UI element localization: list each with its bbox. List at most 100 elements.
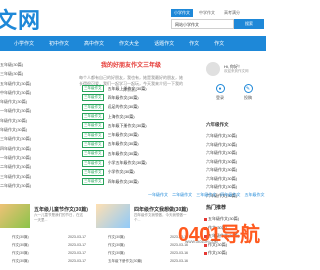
grade-link[interactable]: 五年级作文	[245, 192, 265, 197]
sidebar-list: 六年级作文(30篇) 六年级作文(30篇) 六年级作文(30篇) 六年级作文(3…	[206, 132, 264, 200]
item-title[interactable]: 作文(30篇)	[12, 233, 29, 241]
nav-item[interactable]: 作文	[214, 40, 224, 47]
card-title[interactable]: 五年级儿童节作文(30篇)	[34, 206, 88, 213]
nav-item[interactable]: 作文大全	[119, 40, 139, 47]
sidebar-item[interactable]: 六年级作文(30篇)	[206, 166, 264, 175]
category-tag[interactable]: 三年级作文	[82, 113, 104, 121]
item-date: 2023-03-17	[68, 259, 86, 263]
nav-item[interactable]: 小学作文	[14, 40, 34, 47]
grade-link[interactable]: 二年级作文	[172, 192, 192, 197]
list-item[interactable]: 五年级作文(30篇)	[0, 79, 44, 88]
category-tag[interactable]: 三年级作文	[82, 168, 104, 176]
item-title[interactable]: 作文(30篇)	[12, 249, 29, 257]
category-tag[interactable]: 三年级作文	[82, 131, 104, 139]
nav-item[interactable]: 高中作文	[84, 40, 104, 47]
list-item[interactable]: 作文(30篇)	[200, 249, 266, 258]
category-tag[interactable]: 三年级作文	[82, 140, 104, 148]
sidebar-item[interactable]: 六年级作文(30篇)	[206, 141, 264, 150]
item-title[interactable]: 作文(30篇)	[12, 241, 29, 249]
category-tag[interactable]: 三年级作文	[82, 159, 104, 167]
grade-link[interactable]: 三年级作文	[196, 192, 216, 197]
sidebar-item[interactable]: 六年级作文(30篇)	[206, 158, 264, 167]
card-image[interactable]	[0, 204, 30, 228]
list-item[interactable]: 三年级作文 小学作文(30篇)	[82, 168, 192, 177]
list-item[interactable]: 三年级(30篇)	[0, 69, 44, 78]
search-tab-primary[interactable]: 小学作文	[171, 9, 193, 17]
list-item[interactable]: 作文(30篇) 2023-03-16	[108, 241, 188, 249]
grade-link[interactable]: 一年级作文	[148, 192, 168, 197]
category-tag[interactable]: 三年级作文	[82, 103, 104, 111]
list-item[interactable]: 作文(30篇) 2023-03-17	[12, 241, 86, 249]
list-item[interactable]: 三年级作文 五年级作文(30篇)	[82, 149, 192, 158]
article-title[interactable]: 上海作文(30篇)	[108, 114, 135, 120]
category-tag[interactable]: 三年级作文	[82, 122, 104, 130]
list-item[interactable]: 三年级作文 五年级下册作文(30篇)	[82, 121, 192, 130]
item-title[interactable]: 作文(30篇)	[108, 233, 125, 241]
login-button[interactable]: ● 登录	[215, 84, 225, 101]
list-item[interactable]: 三年级作文 上海作文(30篇)	[82, 112, 192, 121]
list-item[interactable]: 三年级作文 五年级上册作文(30篇)	[82, 84, 192, 93]
list-item[interactable]: 三年级作文 五年级作文(30篇)	[82, 140, 192, 149]
list-item[interactable]: 年级作文(30篇)	[0, 97, 44, 106]
list-item[interactable]: 一年级作文(30篇)	[0, 106, 44, 115]
category-tag[interactable]: 三年级作文	[82, 94, 104, 102]
list-item[interactable]: 年级作文(30篇)	[0, 125, 44, 134]
search-input[interactable]: 网站小学作文	[171, 19, 234, 29]
item-title[interactable]: 作文(30篇)	[108, 249, 125, 257]
list-item[interactable]: 作文(30篇) 2023-03-16	[108, 249, 188, 257]
item-title[interactable]: 作文(30篇)	[108, 241, 125, 249]
article-title[interactable]: 四年级作文(30篇)	[108, 179, 139, 185]
list-item[interactable]: 年级作文(30篇)	[0, 116, 44, 125]
category-tag[interactable]: 三年级作文	[82, 178, 104, 186]
list-item[interactable]: 作文(30篇) 2023-03-17	[12, 233, 86, 241]
sidebar-item[interactable]: 六年级作文(30篇)	[206, 132, 264, 141]
nav-item[interactable]: 作文	[189, 40, 199, 47]
search-tab-tertiary[interactable]: 高考满分	[221, 9, 243, 17]
list-item[interactable]: 四年级作文(30篇)	[0, 144, 44, 153]
list-item[interactable]: 三年级作文 四年级作文(30篇)	[82, 93, 192, 102]
list-item[interactable]: 三年级作文(30篇)	[0, 172, 44, 181]
card-image[interactable]	[96, 204, 130, 228]
category-tag[interactable]: 三年级作文	[82, 85, 104, 93]
article-title[interactable]: 五年级作文(30篇)	[108, 151, 139, 157]
nav-item[interactable]: 初中作文	[49, 40, 69, 47]
category-tag[interactable]: 三年级作文	[82, 150, 104, 158]
featured-title[interactable]: 我的好朋友作文三年级	[72, 60, 190, 69]
grade-link[interactable]: 四年级作文	[220, 192, 240, 197]
list-item[interactable]: 五年级下册作文(30篇) 2023-03-16	[108, 257, 188, 265]
list-item[interactable]: 作文(30篇) 2023-03-17	[12, 249, 86, 257]
list-item[interactable]: 三年级作文(30篇)	[0, 134, 44, 143]
item-title[interactable]: 作文(30篇)	[12, 257, 29, 265]
sidebar-item[interactable]: 六年级作文(30篇)	[206, 183, 264, 192]
article-title[interactable]: 小学作文(30篇)	[108, 169, 135, 175]
list-item[interactable]: 三年级作文 小学五年级作文(30篇)	[82, 158, 192, 167]
list-item[interactable]: 二年级作文(30篇)	[0, 181, 44, 190]
list-item[interactable]: 作文(30篇) 2023-03-17	[12, 257, 86, 265]
sidebar-item[interactable]: 六年级作文(30篇)	[206, 149, 264, 158]
site-logo[interactable]: 文网	[0, 3, 41, 35]
article-title[interactable]: 五年级作文(30篇)	[108, 141, 139, 147]
article-title[interactable]: 四年级作文(30篇)	[108, 95, 139, 101]
item-date: 2023-03-17	[68, 251, 86, 255]
list-item[interactable]: 三年级作文 远足的作文(30篇)	[82, 103, 192, 112]
list-item[interactable]: 中年级作文(30篇)	[0, 88, 44, 97]
submit-button[interactable]: ✎ 投稿	[243, 84, 253, 101]
list-item[interactable]: 一年级作文(30篇)	[0, 153, 44, 162]
list-item[interactable]: 三年级作文 四年级作文(30篇)	[82, 177, 192, 186]
article-title[interactable]: 三年级作文(30篇)	[108, 132, 139, 138]
list-item[interactable]: 二年级作文(30篇)	[0, 162, 44, 171]
card-title[interactable]: 四年级作文我想做(30篇)	[134, 206, 188, 213]
search-tab-secondary[interactable]: 中学作文	[196, 9, 218, 17]
article-title[interactable]: 远足的作文(30篇)	[108, 104, 139, 110]
search-button[interactable]: 搜索	[234, 19, 264, 29]
article-title[interactable]: 五年级上册作文(30篇)	[108, 86, 147, 92]
list-item[interactable]: 三年级作文 三年级作文(30篇)	[82, 130, 192, 139]
article-title[interactable]: 小学五年级作文(30篇)	[108, 160, 147, 166]
list-item[interactable]: 五年级(30篇)	[0, 60, 44, 69]
article-title[interactable]: 五年级下册作文(30篇)	[108, 123, 147, 129]
nav-item[interactable]: 话题作文	[154, 40, 174, 47]
sidebar-item[interactable]: 六年级作文(30篇)	[206, 175, 264, 184]
list-item[interactable]: 作文(30篇) 2023-03-16	[108, 233, 188, 241]
item-title[interactable]: 五年级下册作文(30篇)	[108, 257, 142, 265]
avatar[interactable]	[206, 62, 220, 76]
